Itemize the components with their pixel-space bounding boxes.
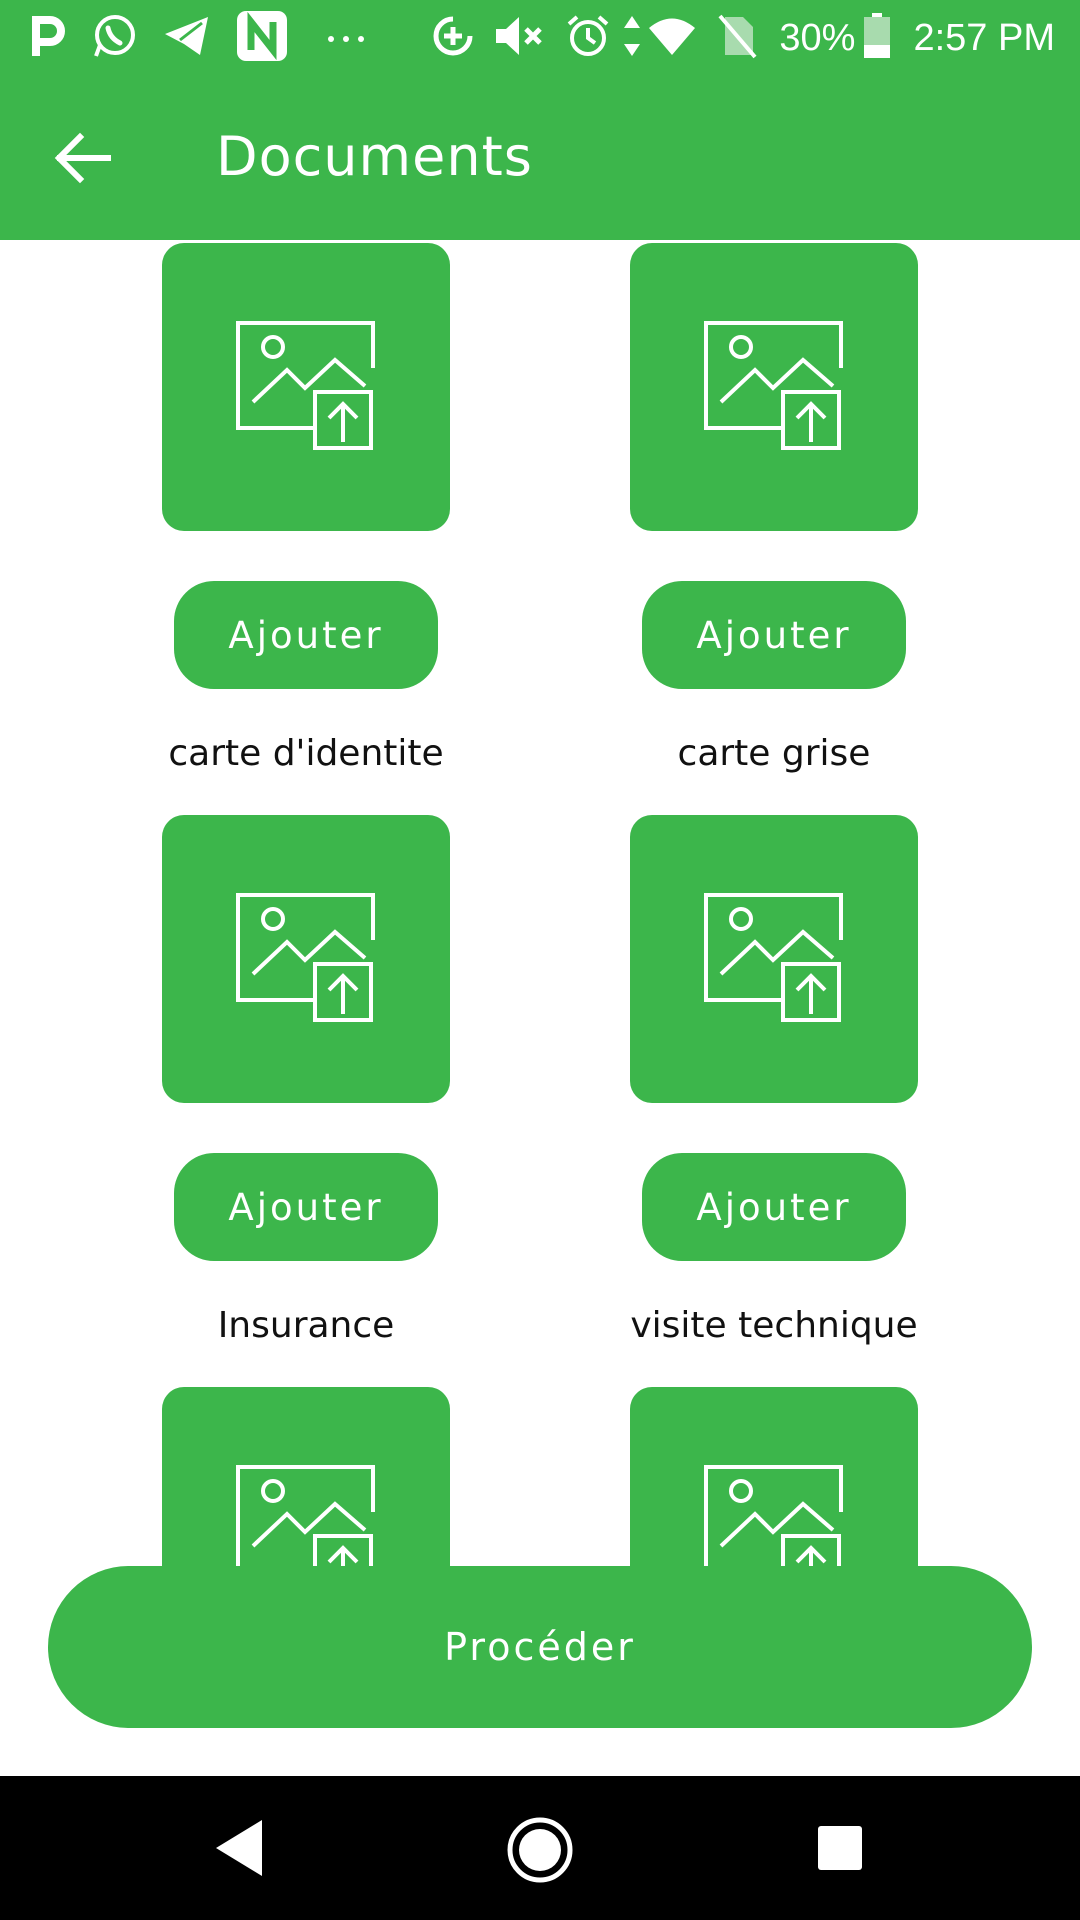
add-document-button[interactable]: Ajouter: [642, 1153, 906, 1261]
status-time: 2:57 PM: [913, 16, 1055, 59]
proceed-button[interactable]: Procéder: [48, 1566, 1032, 1728]
arrow-left-icon: [48, 132, 118, 197]
image-upload-icon: [703, 320, 845, 454]
data-saver-icon: [431, 14, 475, 62]
page-title: Documents: [216, 125, 533, 188]
navigation-bar: [0, 1776, 1080, 1920]
add-document-button[interactable]: Ajouter: [174, 1153, 438, 1261]
battery-icon: [863, 13, 891, 63]
app-bar: Documents: [0, 75, 1080, 240]
document-thumbnail[interactable]: [630, 243, 918, 531]
back-button[interactable]: [48, 123, 118, 193]
image-upload-icon: [235, 320, 377, 454]
wifi-icon: [647, 15, 697, 61]
image-upload-icon: [235, 892, 377, 1026]
status-right-icons: 30% 2:57 PM: [431, 8, 1055, 68]
image-upload-icon: [703, 892, 845, 1026]
document-label: visite technique: [630, 1305, 918, 1346]
document-thumbnail[interactable]: [162, 243, 450, 531]
more-dots-icon: [326, 29, 366, 48]
parking-p-icon: [30, 14, 66, 62]
nav-recents-icon[interactable]: [816, 1824, 864, 1872]
nav-home-icon[interactable]: [506, 1816, 574, 1884]
telegram-icon: [162, 14, 212, 62]
mute-icon: [493, 14, 547, 62]
nav-back-icon[interactable]: [210, 1816, 274, 1880]
status-bar: 30% 2:57 PM: [0, 0, 1080, 75]
n-app-icon: [236, 10, 288, 66]
document-thumbnail[interactable]: [630, 815, 918, 1103]
document-label: carte d'identite: [168, 733, 444, 774]
document-label: Insurance: [217, 1305, 395, 1346]
status-left-icons: [30, 8, 390, 68]
no-sim-icon: [717, 13, 757, 63]
documents-grid[interactable]: Ajouter carte d'identite Ajouter carte g…: [0, 240, 1080, 1776]
battery-percent: 30%: [779, 16, 856, 59]
add-document-button[interactable]: Ajouter: [642, 581, 906, 689]
document-label: carte grise: [677, 733, 871, 774]
add-document-button[interactable]: Ajouter: [174, 581, 438, 689]
data-arrows-icon: [623, 14, 641, 62]
alarm-icon: [565, 13, 611, 63]
document-thumbnail[interactable]: [162, 815, 450, 1103]
whatsapp-icon: [90, 12, 138, 64]
